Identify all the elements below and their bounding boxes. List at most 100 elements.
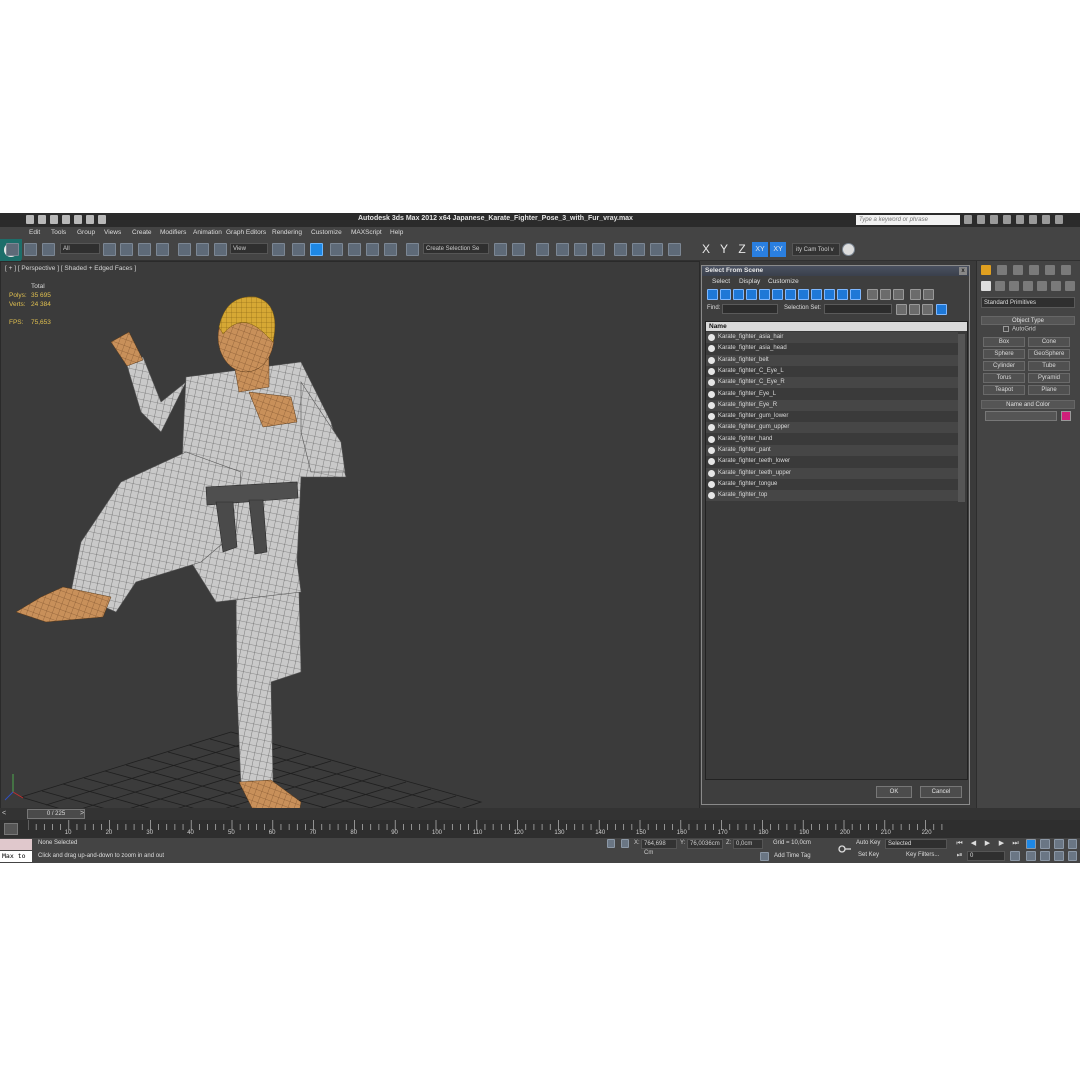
display-groups-icon[interactable]	[785, 289, 796, 300]
cancel-button[interactable]: Cancel	[920, 786, 962, 798]
viewport-label-menu[interactable]: [ + ] [ Perspective ] [ Shaded + Edged F…	[5, 265, 136, 272]
menu-tools[interactable]: Tools	[51, 229, 66, 236]
tube-button[interactable]: Tube	[1028, 361, 1070, 371]
object-list-row[interactable]: Karate_fighter_hand	[706, 434, 958, 445]
find-input[interactable]	[722, 304, 778, 314]
helpers-category-icon[interactable]	[1037, 281, 1047, 291]
display-geometry-icon[interactable]	[707, 289, 718, 300]
object-list-row[interactable]: Karate_fighter_Eye_L	[706, 389, 958, 400]
current-frame-field[interactable]: 0	[967, 851, 1005, 861]
lights-category-icon[interactable]	[1009, 281, 1019, 291]
axis-y-button[interactable]: Y	[716, 242, 732, 257]
key-mode-dropdown[interactable]: Selected	[885, 839, 947, 849]
filter-selected-icon[interactable]	[923, 289, 934, 300]
percent-snap-icon[interactable]	[366, 243, 379, 256]
menu-graph-editors[interactable]: Graph Editors	[226, 229, 266, 236]
named-selection-dropdown[interactable]: Create Selection Se	[423, 243, 489, 254]
geometry-category-icon[interactable]	[981, 281, 991, 291]
object-type-rollout[interactable]: Object Type	[981, 316, 1075, 325]
menu-edit[interactable]: Edit	[29, 229, 40, 236]
cameras-category-icon[interactable]	[1023, 281, 1033, 291]
zoom-extents-icon[interactable]	[1054, 839, 1064, 849]
binoculars-icon[interactable]	[964, 215, 972, 224]
object-list-row[interactable]: Karate_fighter_gum_lower	[706, 411, 958, 422]
window-crossing-icon[interactable]	[156, 243, 169, 256]
subscription-icon[interactable]	[977, 215, 985, 224]
axis-xy-plane-button[interactable]: XY	[770, 242, 786, 257]
zoom-extents-all-icon[interactable]	[1068, 839, 1077, 849]
time-slider-thumb[interactable]: 0 / 225	[27, 809, 85, 819]
column-header-name[interactable]: Name	[706, 322, 967, 331]
cam-tool-dropdown[interactable]: ity Cam Tool v	[792, 243, 840, 256]
geosphere-button[interactable]: GeoSphere	[1028, 349, 1070, 359]
y-coord-field[interactable]: 76,0036cm	[687, 839, 723, 849]
display-cameras-icon[interactable]	[746, 289, 757, 300]
display-helpers-icon[interactable]	[759, 289, 770, 300]
sphere-button[interactable]: Sphere	[983, 349, 1025, 359]
maxscript-listener-top[interactable]	[0, 839, 32, 850]
time-tag-icon[interactable]	[760, 852, 769, 861]
unlink-icon[interactable]	[24, 243, 37, 256]
minimize-icon[interactable]	[1029, 215, 1037, 224]
time-slider-next-icon[interactable]: >	[80, 810, 84, 817]
perspective-viewport[interactable]: [ + ] [ Perspective ] [ Shaded + Edged F…	[0, 261, 700, 817]
select-by-name-icon[interactable]	[120, 243, 133, 256]
save-file-icon[interactable]	[50, 215, 58, 224]
maximize-viewport-icon[interactable]	[1068, 851, 1077, 861]
layer-manager-icon[interactable]	[536, 243, 549, 256]
display-tab-icon[interactable]	[1045, 265, 1055, 275]
previous-frame-icon[interactable]: ◀	[969, 839, 978, 848]
axis-x-button[interactable]: X	[698, 242, 714, 257]
render-production-icon[interactable]	[668, 243, 681, 256]
object-list-row[interactable]: Karate_fighter_C_Eye_R	[706, 377, 958, 389]
play-icon[interactable]: ▶	[983, 839, 992, 848]
object-list-row[interactable]: Karate_fighter_pant	[706, 445, 958, 456]
display-bones-icon[interactable]	[811, 289, 822, 300]
render-camera-icon[interactable]	[842, 243, 855, 256]
space-warps-category-icon[interactable]	[1051, 281, 1061, 291]
select-object-icon[interactable]	[103, 243, 116, 256]
object-list-row[interactable]: Karate_fighter_C_Eye_L	[706, 366, 958, 377]
render-setup-icon[interactable]	[632, 243, 645, 256]
lock-selection-icon[interactable]	[607, 839, 615, 848]
edit-named-selection-icon[interactable]	[406, 243, 419, 256]
close-icon[interactable]	[1055, 215, 1063, 224]
object-list-row[interactable]: Karate_fighter_teeth_lower	[706, 456, 958, 467]
display-all-icon[interactable]	[867, 289, 878, 300]
key-filters-button[interactable]: Key Filters...	[906, 852, 939, 858]
autogrid-checkbox[interactable]: AutoGrid	[1003, 326, 1036, 333]
pyramid-button[interactable]: Pyramid	[1028, 373, 1070, 383]
menu-modifiers[interactable]: Modifiers	[160, 229, 186, 236]
bind-space-warp-icon[interactable]	[42, 243, 55, 256]
teapot-button[interactable]: Teapot	[983, 385, 1025, 395]
selection-set-dropdown[interactable]	[824, 304, 892, 314]
redo-icon[interactable]	[74, 215, 82, 224]
menu-rendering[interactable]: Rendering	[272, 229, 302, 236]
object-name-field[interactable]	[985, 411, 1057, 421]
angle-snap-icon[interactable]	[348, 243, 361, 256]
menu-create[interactable]: Create	[132, 229, 152, 236]
motion-tab-icon[interactable]	[1029, 265, 1039, 275]
select-manipulate-icon[interactable]	[292, 243, 305, 256]
menu-views[interactable]: Views	[104, 229, 121, 236]
dialog-close-button[interactable]: x	[959, 267, 967, 275]
link-icon[interactable]	[6, 243, 19, 256]
axis-xy-button[interactable]: XY	[752, 242, 768, 257]
material-editor-icon[interactable]	[614, 243, 627, 256]
help-icon[interactable]	[1016, 215, 1024, 224]
go-to-end-icon[interactable]: ⏭	[1011, 839, 1020, 848]
select-rotate-icon[interactable]	[196, 243, 209, 256]
menu-customize[interactable]: Customize	[311, 229, 342, 236]
search-input[interactable]: Type a keyword or phrase	[856, 215, 960, 225]
select-all-icon[interactable]	[896, 304, 907, 315]
time-slider-prev-icon[interactable]: <	[2, 810, 6, 817]
reference-coordinate-dropdown[interactable]: View	[230, 243, 268, 254]
z-coord-field[interactable]: 0,0cm	[733, 839, 763, 849]
undo-icon[interactable]	[62, 215, 70, 224]
communication-icon[interactable]	[990, 215, 998, 224]
ok-button[interactable]: OK	[876, 786, 912, 798]
select-scale-icon[interactable]	[214, 243, 227, 256]
keyboard-shortcut-override-icon[interactable]	[310, 243, 323, 256]
hierarchy-tab-icon[interactable]	[1013, 265, 1023, 275]
zoom-icon[interactable]	[1026, 839, 1036, 849]
